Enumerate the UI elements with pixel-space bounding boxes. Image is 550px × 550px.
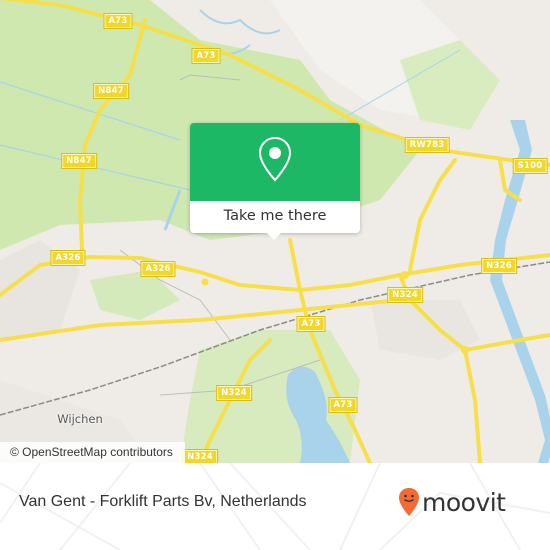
road-label-n324: N324	[182, 449, 218, 463]
road-label-n326: N326	[481, 258, 517, 274]
take-me-there-button[interactable]: Take me there	[190, 201, 360, 233]
road-label-s100: S100	[512, 158, 548, 174]
map-attribution[interactable]: © OpenStreetMap contributors	[0, 442, 185, 463]
road-label-a73: A73	[296, 316, 326, 332]
road-label-a73: A73	[328, 397, 358, 413]
road-label-a326: A326	[140, 261, 176, 277]
popup-header	[190, 123, 360, 201]
road-label-n847: N847	[93, 83, 129, 99]
map-pin-icon	[258, 136, 292, 182]
road-label-rw783: RW783	[404, 137, 450, 153]
road-label-n324: N324	[216, 385, 252, 401]
road-label-n324: N324	[387, 287, 423, 303]
road-label-a326: A326	[50, 250, 86, 266]
popup-pointer	[266, 232, 282, 240]
moovit-logo[interactable]: moovit	[398, 485, 506, 519]
road-label-a73: A73	[103, 13, 133, 29]
road-label-a73: A73	[191, 48, 221, 64]
moovit-pin-icon	[399, 488, 419, 516]
location-popup: Take me there	[190, 123, 360, 240]
road-label-n847: N847	[61, 153, 97, 169]
map-widget: A73 A73 N847 N847 RW783 S100 A326 A326 N…	[0, 0, 550, 550]
place-name: Van Gent - Forklift Parts Bv, Netherland…	[19, 493, 307, 510]
footer-bar: Van Gent - Forklift Parts Bv, Netherland…	[0, 463, 550, 550]
map-view[interactable]: A73 A73 N847 N847 RW783 S100 A326 A326 N…	[0, 0, 550, 463]
moovit-wordmark: moovit	[422, 487, 506, 517]
place-label-wijchen: Wijchen	[57, 412, 103, 426]
